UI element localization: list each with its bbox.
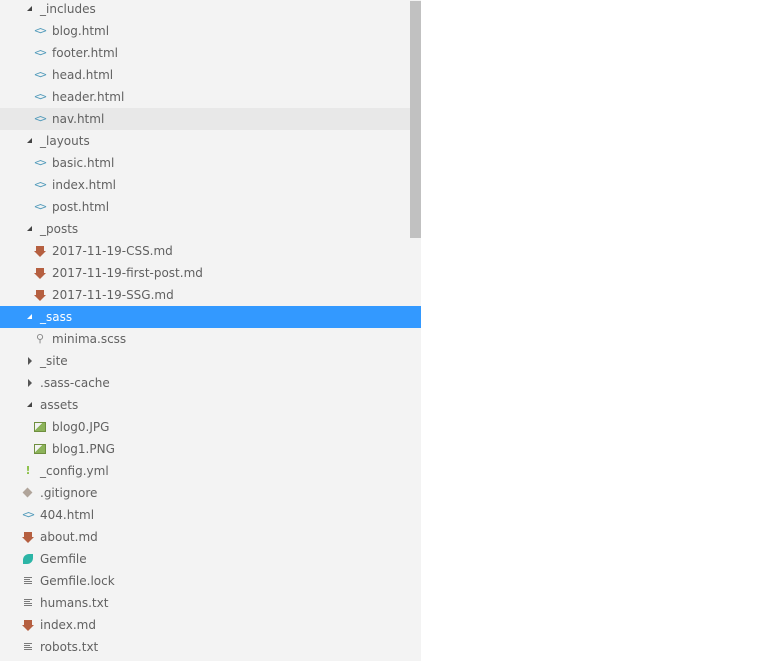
chevron-down-icon[interactable] bbox=[25, 306, 35, 328]
file-label: .gitignore bbox=[40, 486, 98, 500]
folder-label: assets bbox=[40, 398, 79, 412]
file-row[interactable]: ⚲ minima.scss bbox=[0, 328, 421, 350]
folder-row[interactable]: .sass-cache bbox=[0, 372, 421, 394]
sass-icon: ⚲ bbox=[35, 332, 45, 345]
file-label: header.html bbox=[52, 90, 125, 104]
markdown-arrow-icon bbox=[33, 262, 47, 284]
text-lines-icon bbox=[21, 592, 35, 614]
folder-label: _layouts bbox=[40, 134, 90, 148]
html-code-icon: <> bbox=[34, 200, 46, 213]
file-label: basic.html bbox=[52, 156, 115, 170]
file-label: about.md bbox=[40, 530, 98, 544]
text-lines-icon bbox=[21, 570, 35, 592]
file-label: head.html bbox=[52, 68, 114, 82]
file-label: blog0.JPG bbox=[52, 420, 110, 434]
file-label: footer.html bbox=[52, 46, 118, 60]
explorer-scrollbar-thumb[interactable] bbox=[410, 1, 421, 238]
git-diamond-icon bbox=[21, 482, 35, 504]
html-code-icon: <> bbox=[34, 178, 46, 191]
chevron-down-icon[interactable] bbox=[25, 130, 35, 152]
file-row[interactable]: blog0.JPG bbox=[0, 416, 421, 438]
file-label: index.html bbox=[52, 178, 116, 192]
image-icon bbox=[33, 438, 47, 460]
chevron-down-icon[interactable] bbox=[25, 0, 35, 20]
file-label: Gemfile.lock bbox=[40, 574, 115, 588]
file-row[interactable]: 2017-11-19-SSG.md bbox=[0, 284, 421, 306]
file-label: nav.html bbox=[52, 112, 105, 126]
file-row[interactable]: <> 404.html bbox=[0, 504, 421, 526]
gem-icon bbox=[21, 548, 35, 570]
folder-label: _site bbox=[40, 354, 68, 368]
html-code-icon: <> bbox=[34, 112, 46, 125]
file-label: post.html bbox=[52, 200, 110, 214]
file-row[interactable]: about.md bbox=[0, 526, 421, 548]
file-label: 2017-11-19-CSS.md bbox=[52, 244, 173, 258]
folder-row[interactable]: _posts bbox=[0, 218, 421, 240]
markdown-arrow-icon bbox=[33, 284, 47, 306]
file-row[interactable]: blog1.PNG bbox=[0, 438, 421, 460]
file-row[interactable]: .gitignore bbox=[0, 482, 421, 504]
html-code-icon: <> bbox=[34, 68, 46, 81]
file-label: robots.txt bbox=[40, 640, 99, 654]
html-code-icon: <> bbox=[22, 508, 34, 521]
file-label: minima.scss bbox=[52, 332, 127, 346]
file-row[interactable]: <> blog.html bbox=[0, 20, 421, 42]
chevron-right-icon[interactable] bbox=[25, 350, 35, 372]
folder-row[interactable]: _sass bbox=[0, 306, 421, 328]
folder-label: _includes bbox=[40, 2, 96, 16]
file-label: index.md bbox=[40, 618, 96, 632]
file-label: blog.html bbox=[52, 24, 110, 38]
chevron-down-icon[interactable] bbox=[25, 218, 35, 240]
file-row[interactable]: ! _config.yml bbox=[0, 460, 421, 482]
file-tree: _includes <> blog.html <> footer.html <> head.… bbox=[0, 0, 421, 658]
file-label: _config.yml bbox=[40, 464, 109, 478]
file-row[interactable]: humans.txt bbox=[0, 592, 421, 614]
file-explorer-sidebar: _includes <> blog.html <> footer.html <> head.… bbox=[0, 0, 421, 661]
yaml-exclamation-icon: ! bbox=[25, 464, 31, 477]
file-label: Gemfile bbox=[40, 552, 87, 566]
markdown-arrow-icon bbox=[33, 240, 47, 262]
file-row[interactable]: robots.txt bbox=[0, 636, 421, 658]
file-label: 2017-11-19-SSG.md bbox=[52, 288, 174, 302]
html-code-icon: <> bbox=[34, 90, 46, 103]
file-label: 2017-11-19-first-post.md bbox=[52, 266, 203, 280]
folder-row[interactable]: _site bbox=[0, 350, 421, 372]
markdown-arrow-icon bbox=[21, 526, 35, 548]
file-label: blog1.PNG bbox=[52, 442, 115, 456]
file-row[interactable]: <> header.html bbox=[0, 86, 421, 108]
chevron-right-icon[interactable] bbox=[25, 372, 35, 394]
file-row[interactable]: <> footer.html bbox=[0, 42, 421, 64]
file-row[interactable]: 2017-11-19-CSS.md bbox=[0, 240, 421, 262]
html-code-icon: <> bbox=[34, 24, 46, 37]
file-row[interactable]: <> index.html bbox=[0, 174, 421, 196]
chevron-down-icon[interactable] bbox=[25, 394, 35, 416]
file-row[interactable]: <> nav.html bbox=[0, 108, 421, 130]
folder-row[interactable]: _layouts bbox=[0, 130, 421, 152]
file-row[interactable]: <> head.html bbox=[0, 64, 421, 86]
folder-row[interactable]: _includes bbox=[0, 0, 421, 20]
file-row[interactable]: Gemfile bbox=[0, 548, 421, 570]
folder-label: .sass-cache bbox=[40, 376, 110, 390]
file-row[interactable]: Gemfile.lock bbox=[0, 570, 421, 592]
file-row[interactable]: 2017-11-19-first-post.md bbox=[0, 262, 421, 284]
html-code-icon: <> bbox=[34, 46, 46, 59]
file-row[interactable]: <> post.html bbox=[0, 196, 421, 218]
file-label: humans.txt bbox=[40, 596, 109, 610]
folder-row[interactable]: assets bbox=[0, 394, 421, 416]
text-lines-icon bbox=[21, 636, 35, 658]
folder-label: _sass bbox=[40, 310, 73, 324]
file-row[interactable]: <> basic.html bbox=[0, 152, 421, 174]
folder-label: _posts bbox=[40, 222, 79, 236]
markdown-arrow-icon bbox=[21, 614, 35, 636]
file-row[interactable]: index.md bbox=[0, 614, 421, 636]
file-label: 404.html bbox=[40, 508, 95, 522]
html-code-icon: <> bbox=[34, 156, 46, 169]
image-icon bbox=[33, 416, 47, 438]
